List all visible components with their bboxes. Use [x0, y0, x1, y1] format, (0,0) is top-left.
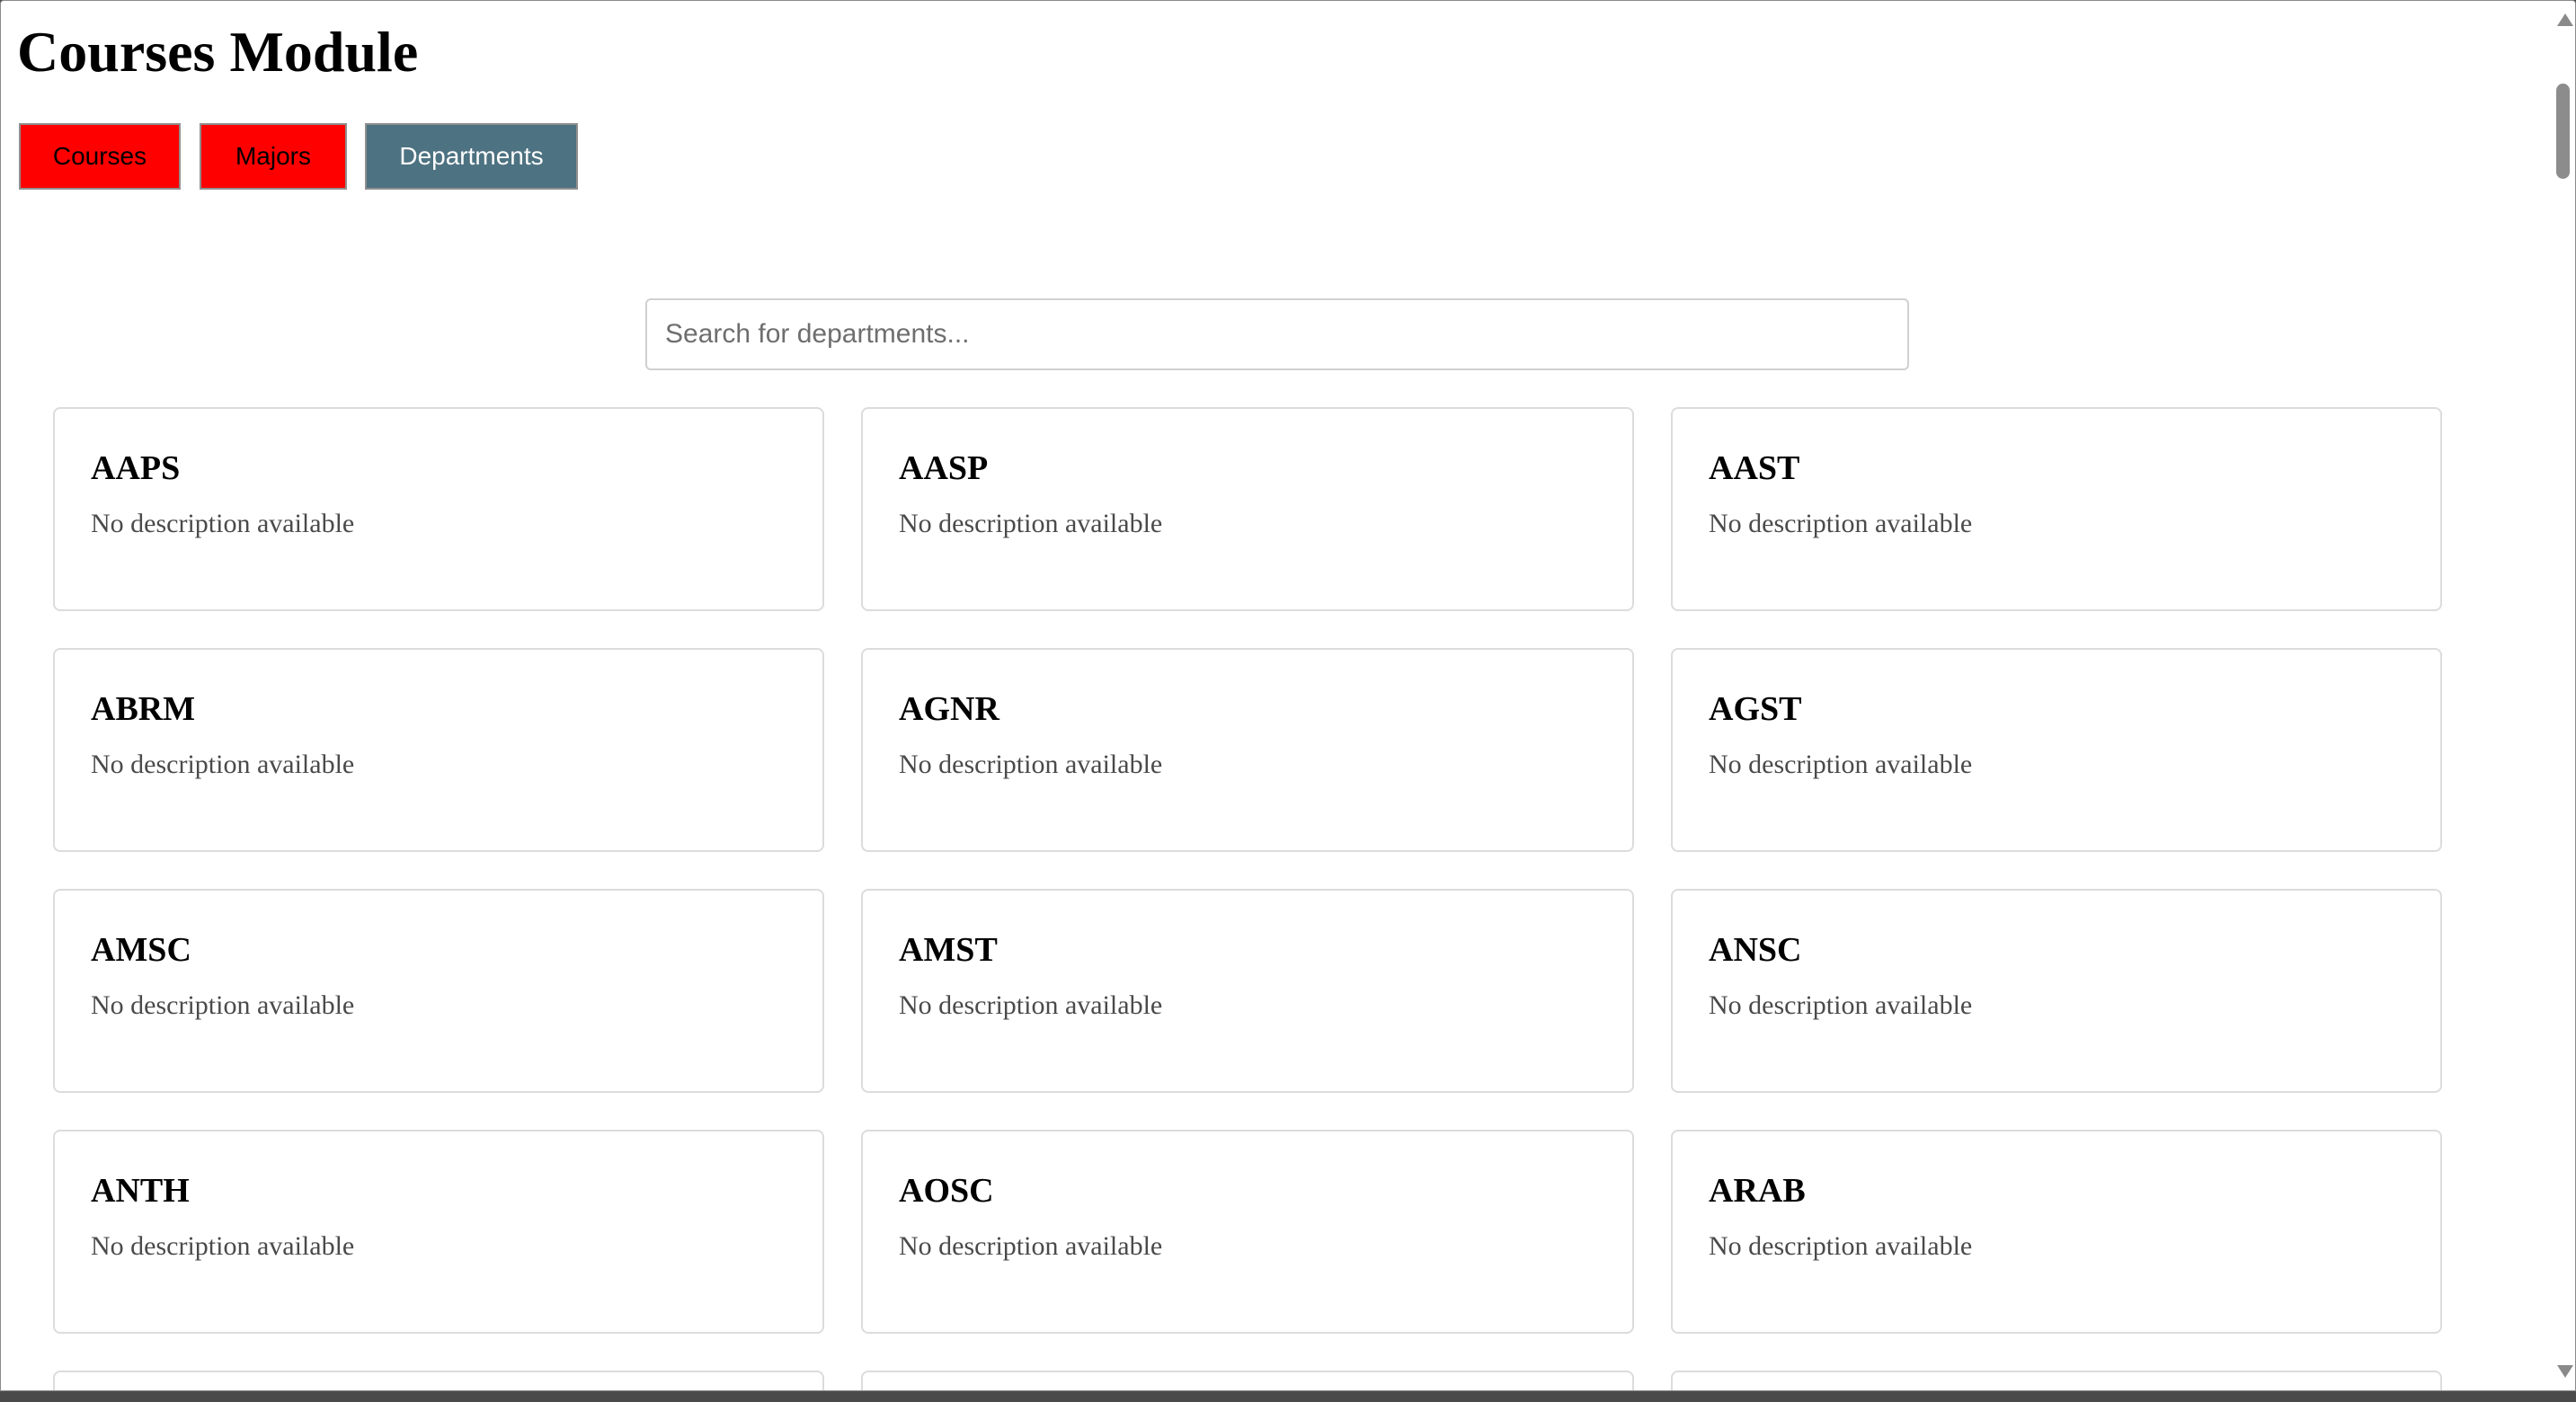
department-code: AAPS	[91, 449, 181, 487]
department-description: No description available	[1709, 1231, 1973, 1261]
department-card-partial[interactable]	[1671, 1371, 2442, 1390]
department-card[interactable]: ANSC No description available	[1671, 889, 2442, 1093]
department-code: AOSC	[899, 1172, 994, 1210]
department-card[interactable]: AMST No description available	[861, 889, 1634, 1093]
department-card[interactable]: ANTH No description available	[53, 1130, 824, 1334]
tab-courses[interactable]: Courses	[19, 123, 181, 190]
department-description: No description available	[91, 509, 355, 538]
department-card[interactable]: AAPS No description available	[53, 407, 824, 611]
department-card[interactable]: ABRM No description available	[53, 648, 824, 852]
department-description: No description available	[899, 1231, 1163, 1261]
department-description: No description available	[899, 990, 1163, 1020]
department-card[interactable]: AMSC No description available	[53, 889, 824, 1093]
department-code: ANTH	[91, 1172, 190, 1210]
department-card-partial[interactable]	[861, 1371, 1634, 1390]
page-content: Courses Module Courses Majors Department…	[1, 1, 2550, 1390]
browser-viewport: Courses Module Courses Majors Department…	[0, 0, 2576, 1391]
department-description: No description available	[899, 509, 1163, 538]
department-description: No description available	[91, 1231, 355, 1261]
page-title: Courses Module	[17, 20, 419, 84]
vertical-scrollbar[interactable]	[2550, 1, 2575, 1390]
department-description: No description available	[899, 750, 1163, 779]
departments-grid: AAPS No description available AASP No de…	[53, 407, 2442, 1390]
tab-departments[interactable]: Departments	[365, 123, 578, 190]
department-code: AASP	[899, 449, 989, 487]
department-code: AGST	[1709, 690, 1802, 728]
department-card[interactable]: AAST No description available	[1671, 407, 2442, 611]
department-card[interactable]: AASP No description available	[861, 407, 1634, 611]
department-code: ABRM	[91, 690, 196, 728]
department-code: AMSC	[91, 931, 191, 969]
department-code: AGNR	[899, 690, 999, 728]
department-description: No description available	[91, 990, 355, 1020]
department-code: AAST	[1709, 449, 1800, 487]
department-description: No description available	[91, 750, 355, 779]
department-code: ARAB	[1709, 1172, 1806, 1210]
department-card-partial[interactable]	[53, 1371, 824, 1390]
search-input[interactable]	[645, 298, 1909, 370]
department-description: No description available	[1709, 750, 1973, 779]
scroll-up-arrow-icon[interactable]	[2557, 13, 2573, 26]
department-card[interactable]: AOSC No description available	[861, 1130, 1634, 1334]
scroll-down-arrow-icon[interactable]	[2557, 1365, 2573, 1378]
department-description: No description available	[1709, 990, 1973, 1020]
department-code: AMST	[899, 931, 998, 969]
department-card[interactable]: AGNR No description available	[861, 648, 1634, 852]
department-card[interactable]: ARAB No description available	[1671, 1130, 2442, 1334]
tab-majors[interactable]: Majors	[200, 123, 347, 190]
department-description: No description available	[1709, 509, 1973, 538]
department-card[interactable]: AGST No description available	[1671, 648, 2442, 852]
department-code: ANSC	[1709, 931, 1802, 969]
scroll-thumb[interactable]	[2556, 84, 2570, 179]
